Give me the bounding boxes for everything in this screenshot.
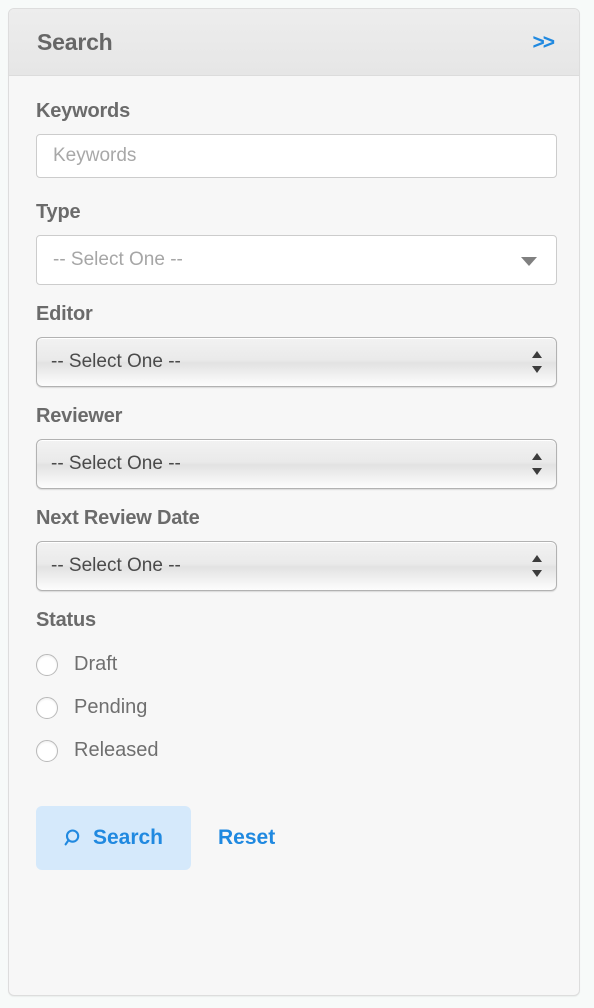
status-option-pending[interactable]: Pending xyxy=(36,686,553,729)
panel-actions: Search Reset xyxy=(36,806,553,900)
editor-select[interactable]: -- Select One -- xyxy=(36,337,557,387)
reviewer-label: Reviewer xyxy=(36,405,123,427)
reviewer-select[interactable]: -- Select One -- xyxy=(36,439,557,489)
status-option-released[interactable]: Released xyxy=(36,729,553,772)
search-button-label: Search xyxy=(92,826,164,849)
editor-label: Editor xyxy=(36,303,93,325)
chevron-down-icon xyxy=(521,257,537,266)
updown-arrows-icon xyxy=(531,351,542,373)
updown-arrows-icon xyxy=(531,555,542,577)
radio-icon[interactable] xyxy=(36,653,58,676)
field-type: Type -- Select One -- xyxy=(36,201,557,285)
status-radio-group: Draft Pending Released xyxy=(36,643,553,772)
status-option-label: Draft xyxy=(74,653,118,675)
expand-collapse-icon[interactable]: >> xyxy=(532,32,554,53)
radio-icon[interactable] xyxy=(36,696,58,719)
type-select[interactable]: -- Select One -- xyxy=(36,235,557,285)
keywords-input[interactable] xyxy=(36,134,557,178)
status-option-label: Released xyxy=(74,739,159,761)
field-keywords: Keywords xyxy=(36,100,557,178)
field-status: Status Draft Pending Released xyxy=(36,609,553,772)
radio-icon[interactable] xyxy=(36,739,58,762)
next-review-date-label: Next Review Date xyxy=(36,507,200,529)
status-label: Status xyxy=(36,609,96,631)
reviewer-select-value: -- Select One -- xyxy=(51,453,181,474)
panel-title: Search xyxy=(37,28,113,55)
search-button[interactable]: Search xyxy=(36,806,191,870)
magnifying-glass-icon xyxy=(64,828,84,848)
reset-button[interactable]: Reset xyxy=(218,826,275,850)
search-panel-body: Keywords Type -- Select One -- Editor --… xyxy=(9,76,579,900)
next-review-date-select[interactable]: -- Select One -- xyxy=(36,541,557,591)
keywords-label: Keywords xyxy=(36,100,130,122)
field-editor: Editor -- Select One -- xyxy=(36,303,557,387)
editor-select-value: -- Select One -- xyxy=(51,351,181,372)
status-option-label: Pending xyxy=(74,696,148,718)
search-panel-header: Search >> xyxy=(9,9,579,76)
status-option-draft[interactable]: Draft xyxy=(36,643,553,686)
updown-arrows-icon xyxy=(531,453,542,475)
type-select-value: -- Select One -- xyxy=(53,249,183,270)
search-panel: Search >> Keywords Type -- Select One --… xyxy=(8,8,580,996)
field-next-review-date: Next Review Date -- Select One -- xyxy=(36,507,557,591)
type-label: Type xyxy=(36,201,81,223)
field-reviewer: Reviewer -- Select One -- xyxy=(36,405,557,489)
next-review-date-select-value: -- Select One -- xyxy=(51,555,181,576)
